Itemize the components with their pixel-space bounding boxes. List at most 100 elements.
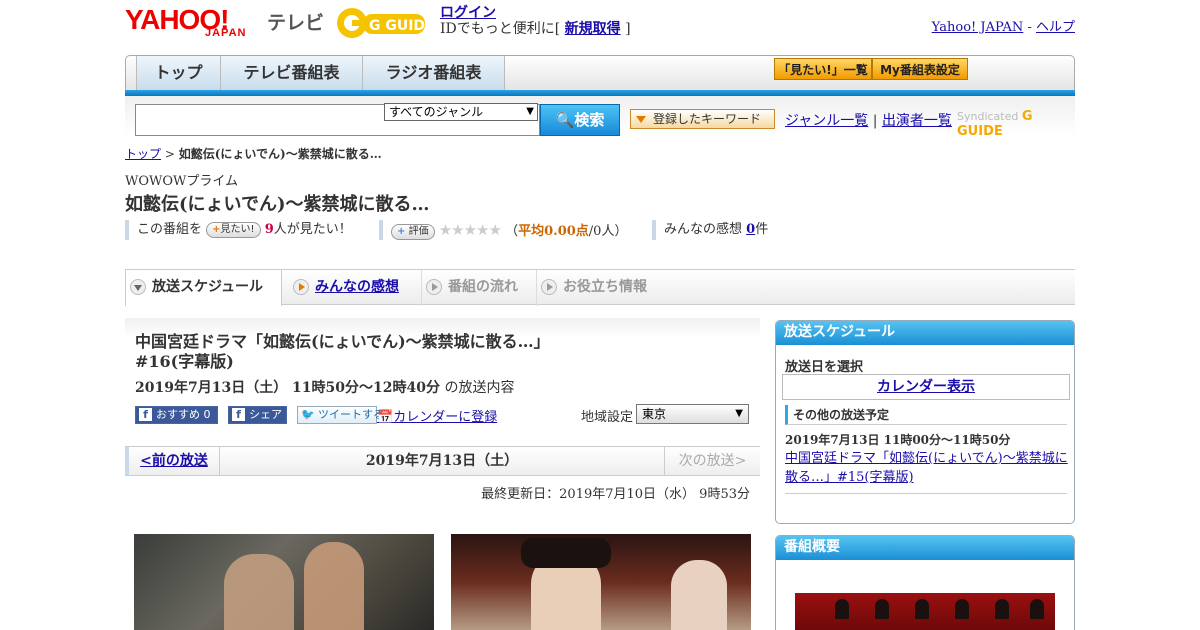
plus-icon: + (212, 223, 221, 235)
gguide-text: G GUIDE (369, 18, 431, 34)
facebook-share-button[interactable]: f シェア (228, 406, 287, 424)
scene-figure (304, 542, 364, 630)
avg-prefix: （ (505, 224, 519, 239)
impressions-suffix: 件 (755, 222, 769, 237)
tab-schedule-label: 放送スケジュール (152, 279, 264, 295)
want-button[interactable]: +見たい! (206, 221, 261, 238)
twitter-bird-icon: 🐦 (301, 408, 315, 421)
tab-radio-schedule[interactable]: ラジオ番組表 (363, 56, 505, 90)
registered-keyword-button[interactable]: 登録したキーワード (630, 109, 775, 129)
tab-tv-schedule[interactable]: テレビ番組表 (221, 56, 363, 90)
scene-figure (224, 554, 294, 630)
tv-label[interactable]: テレビ (267, 8, 324, 35)
episode-datetime-suffix: の放送内容 (444, 380, 515, 396)
id-text: IDでもっと便利に[ (440, 21, 561, 37)
gguide-logo[interactable]: G GUIDE (335, 6, 435, 40)
search-button[interactable]: 🔍検索 (540, 104, 620, 136)
play-arrow-icon (541, 279, 557, 295)
genre-list-link[interactable]: ジャンル一覧 (785, 113, 868, 129)
calendar-view-button[interactable]: カレンダー表示 (782, 374, 1070, 400)
this-program-label: この番組を (137, 222, 203, 237)
tweet-button[interactable]: 🐦 ツイートする (297, 406, 384, 424)
genre-select-value: すべてのジャンル (389, 105, 484, 119)
tab-program-flow-label: 番組の流れ (448, 279, 518, 295)
dropdown-arrow-icon: ▼ (735, 408, 743, 419)
region-select[interactable]: 東京 ▼ (636, 404, 749, 424)
gguide-logo-icon: G GUIDE (337, 8, 435, 38)
episode-info: 中国宮廷ドラマ「如懿伝(にょいでん)～紫禁城に散る…」 #16(字幕版) 201… (125, 318, 760, 448)
tab-impressions-label: みんなの感想 (315, 279, 399, 295)
breadcrumb: トップ > 如懿伝(にょいでん)～紫禁城に散る… (125, 145, 382, 162)
link-separator: | (872, 113, 878, 129)
impressions-segment: みんなの感想 0件 (652, 220, 768, 240)
region-select-value: 東京 (642, 407, 667, 421)
syndicated-gguide: Syndicated G GUIDE (957, 109, 1075, 139)
plus-icon: + (397, 225, 406, 237)
current-broadcast-date: 2019年7月13日（土） (365, 453, 519, 469)
tab-useful-info-label: お役立ち情報 (563, 279, 647, 295)
search-bar: すべてのジャンル ▼ 🔍検索 登録したキーワード ジャンル一覧 | 出演者一覧 … (125, 96, 1075, 139)
sidebar-overview: 番組概要 (775, 535, 1075, 630)
content-tabs: 放送スケジュール みんなの感想 番組の流れ お役立ち情報 (125, 269, 1075, 306)
help-link[interactable]: ヘルプ (1036, 20, 1075, 35)
facebook-icon: f (139, 408, 152, 421)
sidebar-overview-title: 番組概要 (776, 536, 1074, 560)
triangle-down-icon (636, 116, 646, 123)
tweet-label: ツイートする (318, 408, 384, 421)
main-nav: トップ テレビ番組表 ラジオ番組表 「見たい!」一覧 My番組表設定 (125, 55, 1075, 91)
share-label: シェア (249, 408, 282, 421)
divider (785, 493, 1067, 494)
overview-thumbnail[interactable] (795, 593, 1055, 630)
region-label: 地域設定 (581, 410, 634, 425)
episode-title-line2: #16(字幕版) (135, 352, 234, 371)
episode-datetime: 2019年7月13日（土） 11時50分～12時40分 の放送内容 (135, 377, 514, 397)
prev-broadcast-link[interactable]: <前の放送 (125, 447, 220, 475)
new-registration-link[interactable]: 新規取得 (565, 21, 621, 37)
want-button-label: 見たい! (220, 223, 255, 235)
tab-schedule[interactable]: 放送スケジュール (125, 269, 282, 306)
genre-select[interactable]: すべてのジャンル ▼ (384, 103, 538, 121)
next-broadcast-link[interactable]: 次の放送> (664, 447, 760, 475)
dropdown-arrow-icon: ▼ (526, 106, 534, 117)
tab-top[interactable]: トップ (136, 56, 221, 90)
cast-list-link[interactable]: 出演者一覧 (882, 113, 952, 129)
recommend-count: 0 (203, 408, 211, 421)
tab-useful-info[interactable]: お役立ち情報 (536, 270, 666, 306)
yahoo-japan-link[interactable]: Yahoo! JAPAN (932, 20, 1024, 35)
play-arrow-icon (293, 279, 309, 295)
sidebar-schedule-title: 放送スケジュール (776, 321, 1074, 345)
rate-button-label: 評価 (408, 225, 429, 237)
episode-title: 中国宮廷ドラマ「如懿伝(にょいでん)～紫禁城に散る…」 #16(字幕版) (135, 332, 595, 372)
bracket-close: ] (625, 21, 631, 37)
login-area: ログイン IDでもっと便利に[ 新規取得 ] (440, 5, 631, 37)
breadcrumb-top[interactable]: トップ (125, 147, 161, 161)
other-broadcasts-heading: その他の放送予定 (785, 405, 1067, 425)
other-broadcast-link[interactable]: 中国宮廷ドラマ「如懿伝(にょいでん)～紫禁城に散る…」#15(字幕版) (785, 449, 1070, 487)
page: YAHOO! JAPAN テレビ G GUIDE ログイン IDでもっと便利に[… (125, 0, 1075, 630)
episode-datetime-value: 2019年7月13日（土） 11時50分～12時40分 (135, 380, 440, 396)
scene-figure (671, 560, 727, 630)
calendar-plus-icon: 📅 (377, 410, 394, 425)
login-link[interactable]: ログイン (440, 5, 496, 21)
my-schedule-button[interactable]: My番組表設定 (872, 58, 968, 80)
page-title: 如懿伝(にょいでん)～紫禁城に散る… (125, 194, 430, 215)
last-updated: 最終更新日：2019年7月10日（水） 9時53分 (481, 487, 750, 502)
registered-keyword-label: 登録したキーワード (653, 112, 762, 126)
calendar-register-label: カレンダーに登録 (393, 410, 498, 425)
want-count: 9 (264, 222, 274, 237)
calendar-register-link[interactable]: 📅カレンダーに登録 (377, 406, 497, 425)
scene-image-1[interactable] (134, 534, 434, 630)
select-date-label: 放送日を選択 (785, 360, 864, 375)
scene-image-2[interactable] (451, 534, 751, 630)
chevron-down-icon (130, 279, 146, 295)
watchlist-button[interactable]: 「見たい!」一覧 (774, 58, 872, 80)
search-button-label: 検索 (574, 111, 605, 129)
impressions-count[interactable]: 0 (746, 222, 755, 237)
facebook-recommend-button[interactable]: f おすすめ 0 (135, 406, 218, 424)
tab-impressions[interactable]: みんなの感想 (289, 270, 419, 306)
tab-program-flow[interactable]: 番組の流れ (421, 270, 531, 306)
link-dash: - (1027, 20, 1032, 35)
rate-button[interactable]: + 評価 (391, 223, 435, 240)
rating-stars-icon: ★★★★★ (438, 221, 502, 239)
impressions-label: みんなの感想 (664, 222, 743, 237)
